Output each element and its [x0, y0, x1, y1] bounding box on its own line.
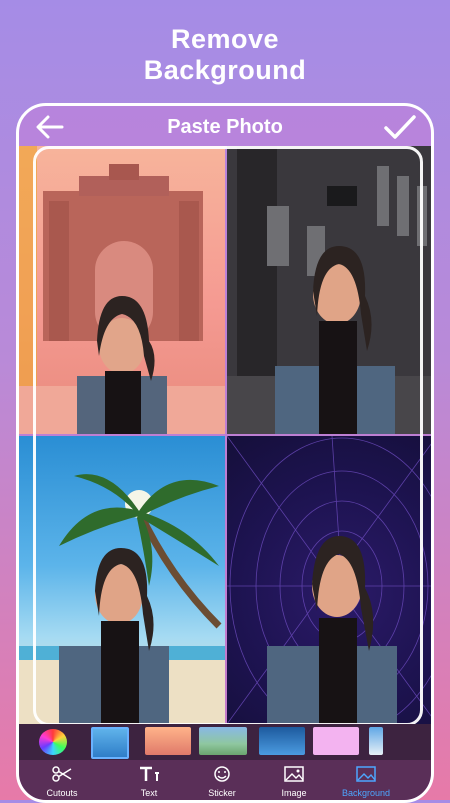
preview-palm-beach[interactable]: [19, 436, 225, 724]
tool-label-sticker: Sticker: [208, 788, 236, 798]
headline-line-1: Remove: [170, 24, 280, 54]
tool-text[interactable]: Text: [114, 762, 184, 798]
background-thumbnail-strip[interactable]: [19, 724, 431, 760]
preview-india-gate[interactable]: [19, 146, 225, 434]
tool-image[interactable]: Image: [259, 762, 329, 798]
tool-sticker[interactable]: Sticker: [187, 762, 257, 798]
headline-line-2: Background: [143, 55, 307, 85]
preview-city-street[interactable]: [227, 146, 431, 434]
headline: Remove Background: [0, 24, 450, 86]
thumbnail-garden[interactable]: [199, 727, 247, 755]
text-icon: [140, 766, 159, 781]
background-icon: [356, 766, 376, 782]
thumbnail-blue-gradient[interactable]: [91, 727, 129, 759]
thumbnail-color-picker[interactable]: [39, 729, 67, 755]
thumbnail-doorway[interactable]: [259, 727, 305, 755]
tool-label-background: Background: [341, 788, 391, 798]
page-title: Paste Photo: [167, 116, 283, 138]
checkmark-icon[interactable]: [383, 113, 417, 141]
image-icon: [284, 766, 304, 782]
thumbnail-pink[interactable]: [313, 727, 359, 755]
sticker-icon: [214, 766, 230, 782]
thumbnail-india-gate[interactable]: [145, 727, 191, 755]
tool-label-text: Text: [140, 788, 158, 798]
top-bar: Paste Photo: [19, 106, 431, 148]
preview-abstract-lines[interactable]: [227, 436, 431, 724]
tool-background[interactable]: Background: [331, 762, 401, 798]
tool-label-image: Image: [281, 788, 307, 798]
phone-frame: Paste Photo Cutouts Text Sticker Image B…: [16, 103, 434, 803]
tool-label-cutouts: Cutouts: [46, 788, 78, 798]
tool-cutouts[interactable]: Cutouts: [27, 762, 97, 798]
thumbnail-beach[interactable]: [369, 727, 383, 755]
bottom-toolbar: Cutouts Text Sticker Image Background: [19, 760, 431, 800]
scissors-icon: [52, 766, 72, 782]
preview-grid: [19, 146, 431, 724]
